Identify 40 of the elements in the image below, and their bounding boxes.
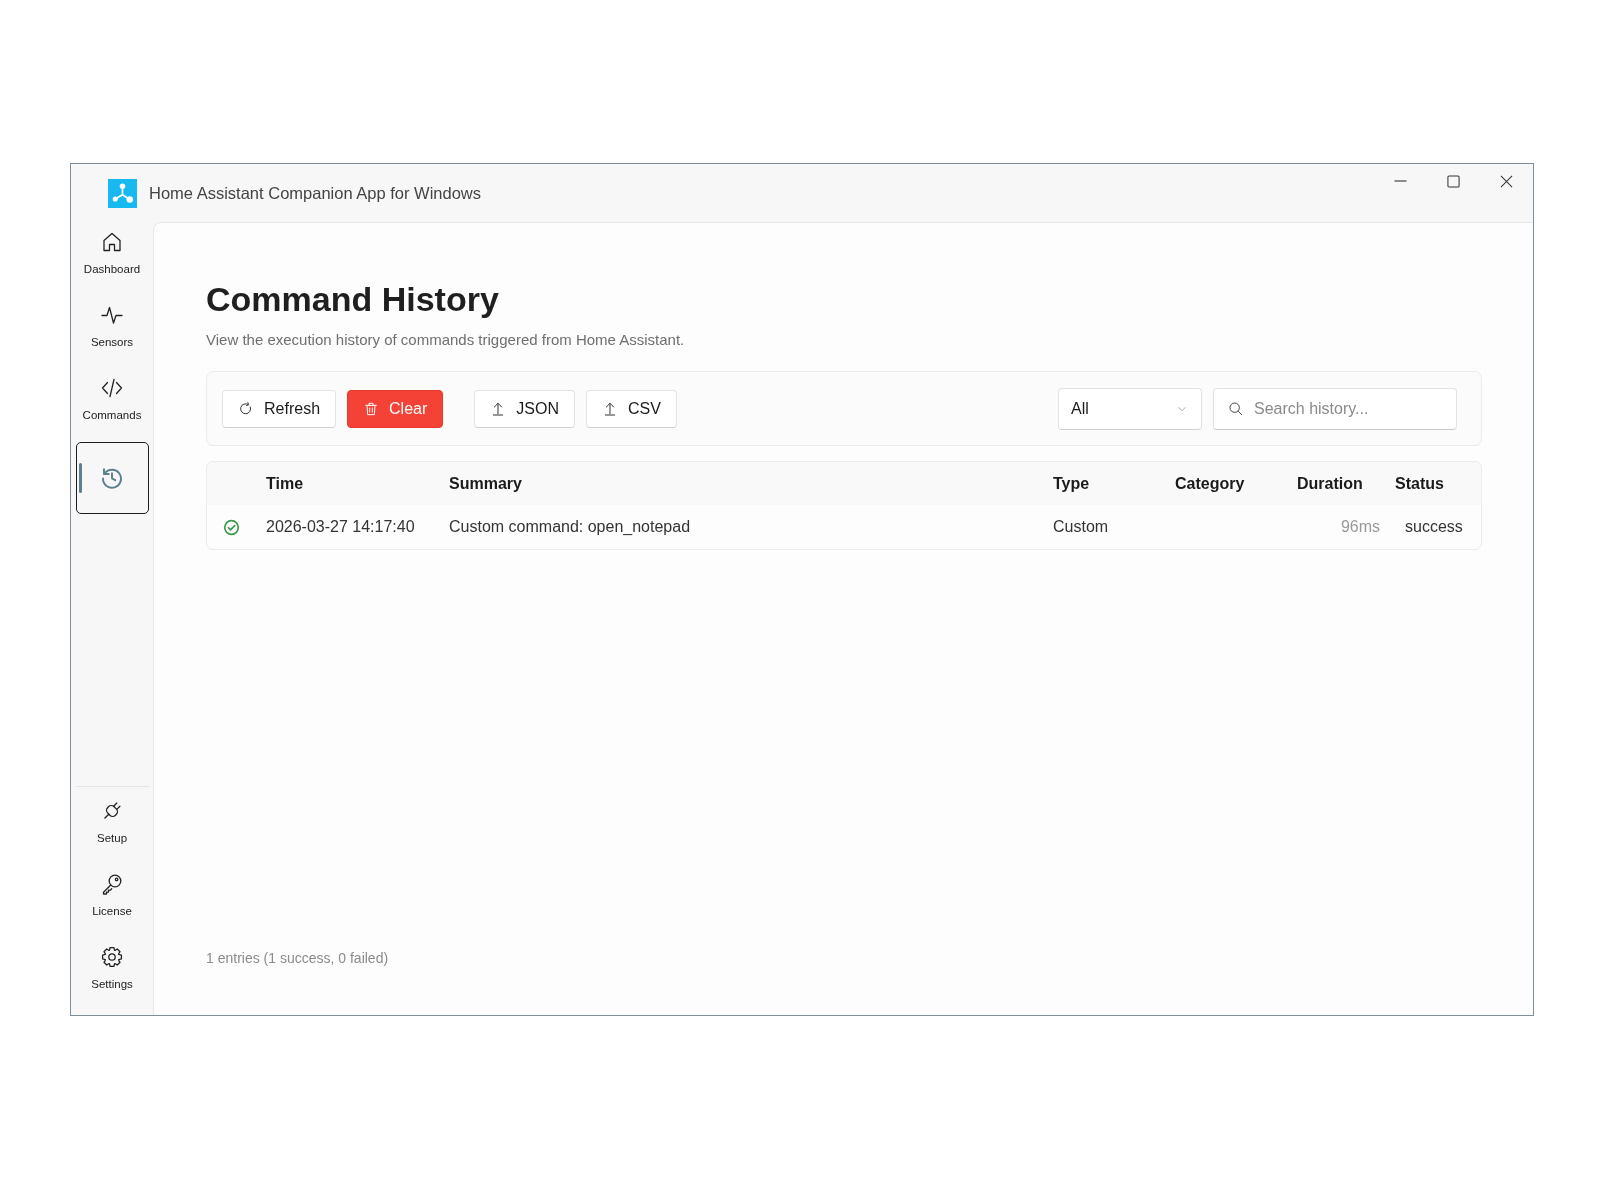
close-icon [1500, 174, 1513, 188]
sidebar-item[interactable]: Dashboard [75, 223, 149, 295]
sidebar-item[interactable]: Sensors [75, 296, 149, 368]
table-cell: 96ms [1340, 518, 1380, 536]
clear-button[interactable]: Clear [347, 389, 444, 428]
column-header: Duration [1297, 474, 1363, 493]
minimize-icon [1394, 180, 1407, 182]
column-header: Time [266, 474, 304, 493]
table-cell: success [1405, 518, 1463, 536]
export-button[interactable]: JSON [474, 389, 575, 428]
status-text: 1 entries (1 success, 0 failed) [206, 949, 389, 967]
key-icon [100, 872, 124, 896]
table-cell: Custom [1053, 518, 1109, 536]
refresh-button[interactable]: Refresh [222, 389, 337, 428]
page-title: Command History [206, 279, 499, 319]
sidebar-item[interactable]: Commands [75, 369, 149, 441]
refresh-icon [238, 400, 254, 417]
trash-icon [363, 400, 380, 417]
gear-icon [100, 945, 124, 969]
search-field[interactable]: Search history... [1213, 387, 1457, 430]
page-subtitle: View the execution history of commands triggered from Home Assistant. [206, 330, 685, 350]
sidebar-item[interactable]: Settings [75, 938, 149, 1010]
search-icon [1228, 400, 1244, 417]
table-cell: Custom command: open_notepad [449, 518, 691, 536]
column-header: Status [1395, 474, 1444, 493]
filter-dropdown[interactable]: All [1058, 387, 1202, 430]
sidebar-item[interactable]: Setup [75, 792, 149, 864]
window-title: Home Assistant Companion App for Windows [149, 183, 481, 203]
column-header: Type [1053, 474, 1090, 493]
column-header: Category [1175, 474, 1245, 493]
column-header: Summary [449, 474, 522, 493]
table-cell: 2026-03-27 14:17:40 [266, 518, 415, 536]
export-button[interactable]: CSV [585, 389, 677, 428]
home-icon [100, 230, 124, 254]
sidebar-item[interactable] [75, 442, 149, 514]
maximize-icon [1447, 174, 1460, 188]
app-logo-icon [108, 178, 137, 208]
sidebar-item[interactable]: License [75, 865, 149, 937]
code-icon [100, 376, 124, 400]
history-icon [99, 465, 125, 491]
